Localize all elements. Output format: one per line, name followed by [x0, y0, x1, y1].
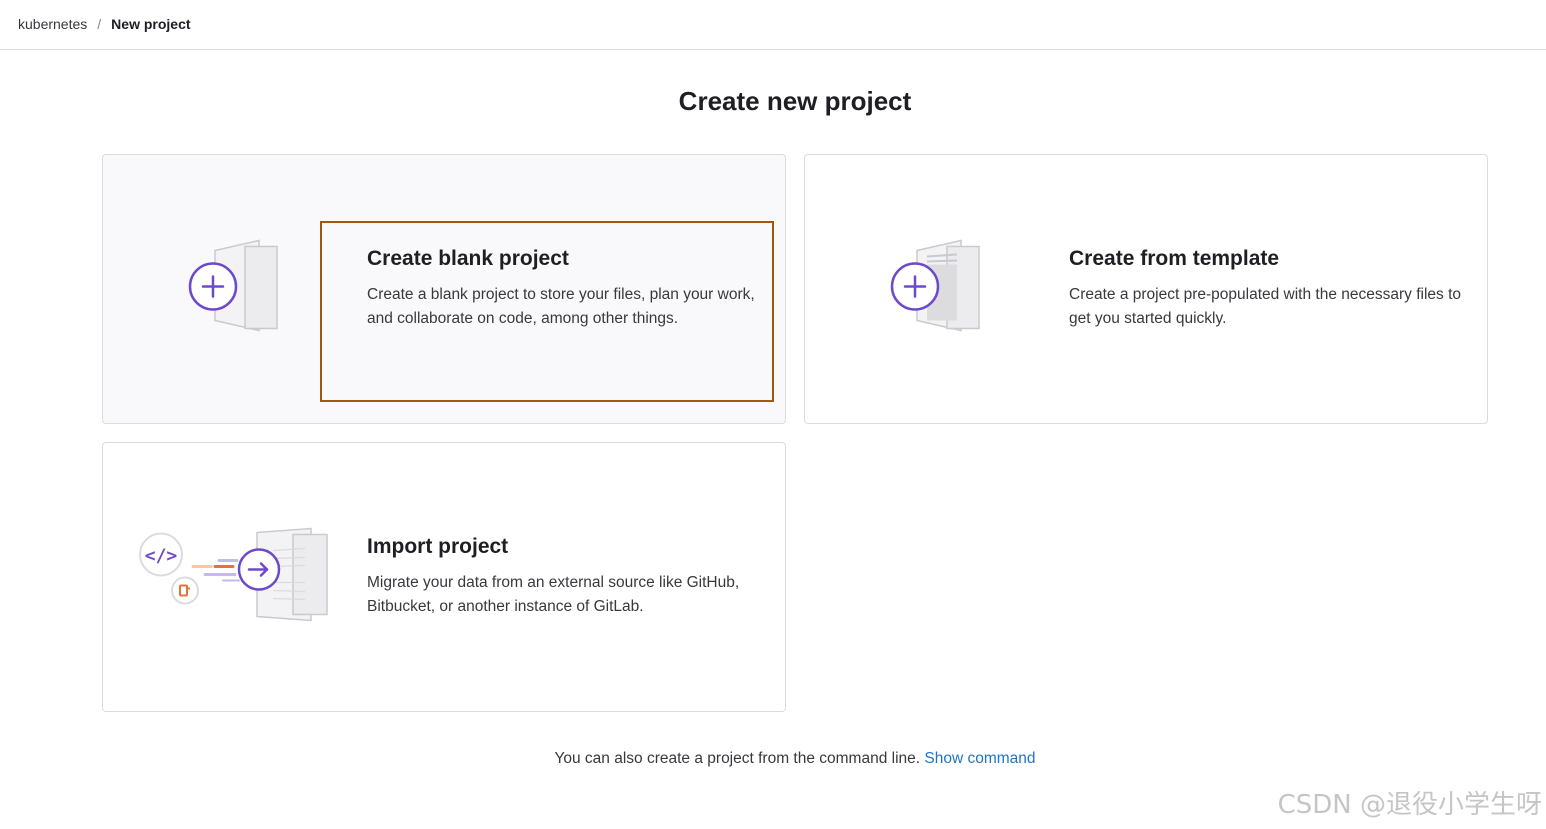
- breadcrumb-current: New project: [111, 16, 191, 32]
- card-text: Import project Migrate your data from an…: [367, 535, 777, 619]
- plus-document-icon: [133, 237, 293, 342]
- create-from-template-card[interactable]: Create from template Create a project pr…: [804, 154, 1488, 424]
- card-text: Create from template Create a project pr…: [1069, 247, 1479, 331]
- show-command-link[interactable]: Show command: [924, 750, 1035, 767]
- card-title: Create blank project: [367, 247, 569, 270]
- card-text: Create blank project Create a blank proj…: [367, 247, 777, 331]
- card-description: Create a project pre-populated with the …: [1069, 286, 1462, 327]
- card-title: Create from template: [1069, 247, 1280, 270]
- breadcrumb-separator: /: [97, 16, 102, 32]
- create-blank-project-card[interactable]: Create blank project Create a blank proj…: [102, 154, 786, 424]
- command-line-note: You can also create a project from the c…: [0, 750, 1546, 768]
- svg-text:</>: </>: [145, 546, 178, 567]
- top-bar: kubernetes / New project: [0, 0, 1546, 50]
- breadcrumb: kubernetes / New project: [18, 16, 191, 32]
- page-title: Create new project: [678, 86, 912, 116]
- import-arrow-document-icon: </>: [133, 525, 333, 630]
- command-line-text: You can also create a project from the c…: [554, 750, 921, 767]
- import-project-card[interactable]: </> Import project Migrate your data fro…: [102, 442, 786, 712]
- card-title: Import project: [367, 535, 509, 558]
- card-description: Migrate your data from an external sourc…: [367, 574, 740, 615]
- card-description: Create a blank project to store your fil…: [367, 286, 755, 327]
- watermark: CSDN @退役小学生呀: [1277, 790, 1542, 820]
- breadcrumb-link-kubernetes[interactable]: kubernetes: [18, 16, 87, 32]
- plus-template-document-icon: [835, 237, 995, 342]
